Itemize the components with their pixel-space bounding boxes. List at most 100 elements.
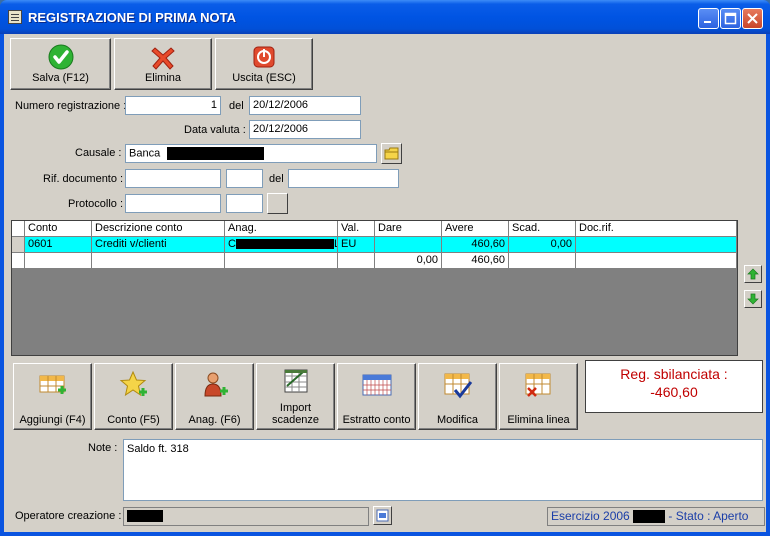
grid-header: Conto Descrizione conto Anag. Val. Dare … [12,221,737,237]
protocollo-button[interactable] [267,193,288,214]
row-indicator [12,253,25,269]
aggiungi-label: Aggiungi (F4) [19,414,86,426]
exit-button[interactable]: Uscita (ESC) [215,38,313,90]
balance-status: Reg. sbilanciata : -460,60 [585,360,763,413]
import-spreadsheet-icon [284,369,307,393]
close-icon [747,13,758,24]
table-row[interactable]: 0601 Crediti v/clienti CL EU 460,60 0,00 [12,237,737,253]
window-title: REGISTRAZIONE DI PRIMA NOTA [28,10,236,25]
cell-anag-prefix: C [228,238,236,250]
title-bar[interactable]: REGISTRAZIONE DI PRIMA NOTA [0,0,770,34]
row-indicator [12,237,25,253]
maximize-icon [724,12,737,25]
note-textarea[interactable]: Saldo ft. 318 [123,439,763,501]
cell-scad[interactable]: 0,00 [509,237,576,253]
stato-text: - Stato : Aperto [668,509,749,523]
protocollo-suffix-field[interactable] [226,194,263,213]
total-dare: 0,00 [375,253,442,269]
delete-button[interactable]: Elimina [114,38,212,90]
main-panel: Salva (F12) Elimina Uscita (ESC) Numero … [4,34,766,532]
data-valuta-field[interactable]: 20/12/2006 [249,120,361,139]
total-avere: 460,60 [442,253,509,269]
maximize-button[interactable] [720,8,741,29]
cell-empty [576,253,737,269]
cell-anag[interactable]: CL [225,237,338,253]
rif-suffix-field[interactable] [226,169,263,188]
cell-empty [338,253,375,269]
protocollo-label: Protocollo : [68,198,124,210]
balance-status-title: Reg. sbilanciata : [620,366,728,382]
import-label: Import scadenze [257,402,334,426]
elimina-linea-button[interactable]: Elimina linea [499,363,578,430]
app-icon [8,10,22,24]
info-icon [376,509,389,522]
edit-check-icon [444,373,472,399]
close-button[interactable] [742,8,763,29]
estratto-label: Estratto conto [342,414,411,426]
cell-descrizione[interactable]: Crediti v/clienti [92,237,225,253]
numero-label: Numero registrazione : [15,100,127,112]
conto-label: Conto (F5) [107,414,160,426]
note-label: Note : [88,442,118,454]
causale-lookup-button[interactable] [381,143,402,164]
checkmark-icon [48,44,73,70]
col-scad[interactable]: Scad. [509,221,576,237]
protocollo-field[interactable] [125,194,221,213]
col-descrizione[interactable]: Descrizione conto [92,221,225,237]
data-valuta-label: Data valuta : [184,124,246,136]
rif-date-field[interactable] [288,169,399,188]
app-window: REGISTRAZIONE DI PRIMA NOTA Salva (F12) … [0,0,770,536]
col-conto[interactable]: Conto [25,221,92,237]
totals-row: 0,00 460,60 [12,253,737,269]
cell-avere[interactable]: 460,60 [442,237,509,253]
minimize-icon [704,21,711,23]
esercizio-status: Esercizio 2006 - Stato : Aperto [547,507,765,526]
cell-conto[interactable]: 0601 [25,237,92,253]
anag-button[interactable]: Anag. (F6) [175,363,254,430]
rif-documento-field[interactable] [125,169,221,188]
aggiungi-button[interactable]: Aggiungi (F4) [13,363,92,430]
power-icon [253,46,275,68]
entries-grid[interactable]: Conto Descrizione conto Anag. Val. Dare … [11,220,738,356]
col-dare[interactable]: Dare [375,221,442,237]
date-field[interactable]: 20/12/2006 [249,96,361,115]
redacted-block [235,239,334,250]
numero-field[interactable]: 1 [125,96,221,115]
col-anag[interactable]: Anag. [225,221,338,237]
redacted-block [167,147,265,160]
estratto-conto-button[interactable]: Estratto conto [337,363,416,430]
col-docrif[interactable]: Doc.rif. [576,221,737,237]
folder-icon [384,147,399,160]
cell-empty [25,253,92,269]
cell-val[interactable]: EU [338,237,375,253]
exit-label: Uscita (ESC) [232,72,296,84]
conto-button[interactable]: Conto (F5) [94,363,173,430]
add-row-icon [39,375,66,394]
delete-x-icon [151,47,175,70]
person-add-icon [203,372,228,397]
operatore-info-button[interactable] [373,506,392,525]
modifica-button[interactable]: Modifica [418,363,497,430]
rif-del-label: del [269,173,284,185]
redacted-block [127,510,163,523]
col-avere[interactable]: Avere [442,221,509,237]
delete-row-icon [525,373,550,397]
col-val[interactable]: Val. [338,221,375,237]
minimize-button[interactable] [698,8,719,29]
causale-field[interactable]: Banca [125,144,377,163]
causale-label: Causale : [75,147,122,159]
cell-docrif[interactable] [576,237,737,253]
move-down-button[interactable] [744,290,762,308]
operatore-field [123,507,369,526]
cell-empty [509,253,576,269]
save-button[interactable]: Salva (F12) [10,38,111,90]
import-scadenze-button[interactable]: Import scadenze [256,363,335,430]
redacted-block [633,510,666,524]
move-up-button[interactable] [744,265,762,283]
anag-label: Anag. (F6) [188,414,241,426]
cell-dare[interactable] [375,237,442,253]
esercizio-text: Esercizio 2006 [551,509,630,523]
del-label: del [229,100,244,112]
arrow-up-icon [747,268,759,280]
rif-documento-label: Rif. documento : [43,173,124,185]
